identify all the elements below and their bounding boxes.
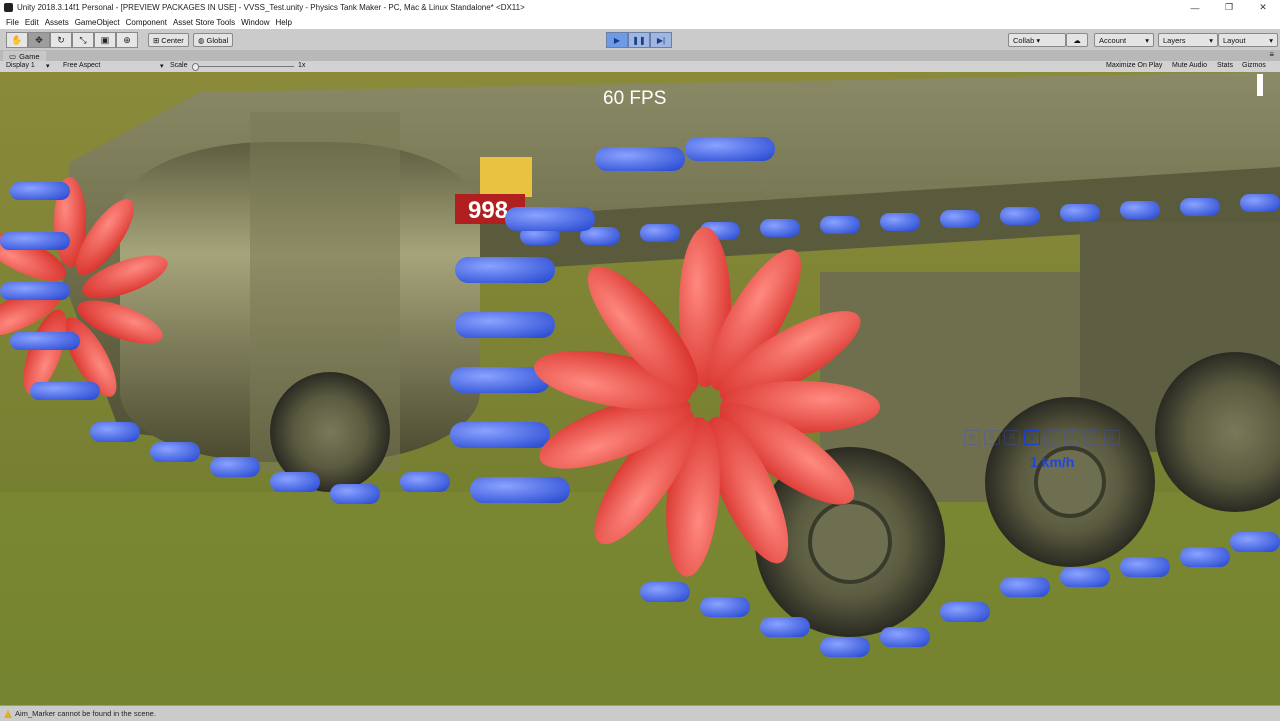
menu-asset-store-tools[interactable]: Asset Store Tools <box>173 18 235 27</box>
window-titlebar: Unity 2018.3.14f1 Personal - [PREVIEW PA… <box>0 0 1280 15</box>
rect-icon[interactable]: ▣ <box>94 32 116 48</box>
layout-label: Layout <box>1223 35 1246 45</box>
move-icon[interactable]: ✥ <box>28 32 50 48</box>
game-tab-bar: ▭ Game ≡ <box>0 50 1280 61</box>
menu-edit[interactable]: Edit <box>25 18 39 27</box>
game-viewport[interactable]: 998 60 FPS R R R 1 1 2 3 4 1 km/h <box>0 72 1280 705</box>
gear-slot: 3 <box>1084 430 1100 445</box>
stats-toggle[interactable]: Stats <box>1217 62 1233 69</box>
chevron-down-icon: ▾ <box>1269 35 1273 45</box>
transform-icon[interactable]: ⊕ <box>116 32 138 48</box>
speed-readout: 1 km/h <box>1030 454 1075 470</box>
close-button[interactable]: ✕ <box>1246 0 1280 15</box>
menu-window[interactable]: Window <box>241 18 269 27</box>
status-bar[interactable]: Aim_Marker cannot be found in the scene. <box>0 705 1280 721</box>
play-button[interactable]: ▶ <box>606 32 628 48</box>
step-button[interactable]: ▶| <box>650 32 672 48</box>
gear-slot: R <box>1004 430 1020 445</box>
chevron-down-icon: ▾ <box>160 63 164 70</box>
tab-game-label: Game <box>19 51 40 61</box>
chevron-down-icon: ▾ <box>1145 35 1149 45</box>
scale-value: 1x <box>298 62 306 69</box>
game-scene: 998 <box>0 72 1280 705</box>
tab-game[interactable]: ▭ Game <box>3 51 46 61</box>
globe-icon: ◍ <box>198 35 205 45</box>
minimize-button[interactable]: — <box>1178 0 1212 15</box>
status-message: Aim_Marker cannot be found in the scene. <box>15 709 156 718</box>
maximize-on-play-toggle[interactable]: Maximize On Play <box>1106 62 1162 69</box>
cloud-icon[interactable]: ☁ <box>1066 33 1088 47</box>
collab-button[interactable]: Collab ▾ <box>1008 33 1066 47</box>
transform-tools: ✋ ✥ ↻ ⤡ ▣ ⊕ <box>6 32 138 48</box>
layout-dropdown[interactable]: Layout ▾ <box>1218 33 1278 47</box>
account-label: Account <box>1099 35 1127 45</box>
gear-slot: R <box>964 430 980 445</box>
main-toolbar: ✋ ✥ ↻ ⤡ ▣ ⊕ ⊞ Center ◍ Global ▶ ❚❚ ▶| Co… <box>0 29 1280 51</box>
scale-slider-handle[interactable] <box>192 63 199 71</box>
fps-bar <box>1257 74 1263 96</box>
play-controls: ▶ ❚❚ ▶| <box>606 32 672 48</box>
maximize-button[interactable]: ❐ <box>1212 0 1246 15</box>
gear-slot: 4 <box>1104 430 1120 445</box>
menu-help[interactable]: Help <box>276 18 292 27</box>
pivot-toggle[interactable]: ⊞ Center <box>148 33 189 47</box>
account-dropdown[interactable]: Account ▾ <box>1094 33 1154 47</box>
chevron-down-icon: ▾ <box>46 63 50 70</box>
unity-logo-icon <box>4 3 13 12</box>
menu-assets[interactable]: Assets <box>45 18 69 27</box>
fps-counter: 60 FPS <box>603 88 667 109</box>
menu-component[interactable]: Component <box>126 18 167 27</box>
scale-label: Scale <box>170 62 188 69</box>
space-toggle[interactable]: ◍ Global <box>193 33 234 47</box>
layers-label: Layers <box>1163 35 1186 45</box>
hand-icon[interactable]: ✋ <box>6 32 28 48</box>
tab-options-icon[interactable]: ≡ <box>1269 50 1274 59</box>
warning-icon <box>4 709 12 718</box>
display-dropdown[interactable]: Display 1 <box>6 62 35 69</box>
chevron-down-icon: ▾ <box>1209 35 1213 45</box>
gear-slot: 2 <box>1064 430 1080 445</box>
turret-emblem <box>480 157 532 197</box>
gear-indicator: R R R 1 1 2 3 4 <box>964 430 1144 445</box>
game-icon: ▭ <box>9 51 17 61</box>
menu-bar: File Edit Assets GameObject Component As… <box>0 15 1280 29</box>
road-wheel-hub <box>808 500 892 584</box>
pivot-icon: ⊞ <box>153 35 160 45</box>
mute-audio-toggle[interactable]: Mute Audio <box>1172 62 1207 69</box>
turret-number: 998 <box>468 197 508 224</box>
rotate-icon[interactable]: ↻ <box>50 32 72 48</box>
menu-file[interactable]: File <box>6 18 19 27</box>
gear-slot: 1 <box>1024 430 1040 445</box>
scale-icon[interactable]: ⤡ <box>72 32 94 48</box>
pivot-label: Center <box>161 35 184 45</box>
gear-slot: 1 <box>1044 430 1060 445</box>
aspect-dropdown[interactable]: Free Aspect <box>63 62 100 69</box>
drive-hud: R R R 1 1 2 3 4 1 km/h <box>964 430 1144 475</box>
pause-button[interactable]: ❚❚ <box>628 32 650 48</box>
layers-dropdown[interactable]: Layers ▾ <box>1158 33 1218 47</box>
space-label: Global <box>206 35 229 45</box>
menu-gameobject[interactable]: GameObject <box>75 18 120 27</box>
gear-slot: R <box>984 430 1000 445</box>
window-title: Unity 2018.3.14f1 Personal - [PREVIEW PA… <box>17 3 525 12</box>
scale-slider-track[interactable] <box>194 66 294 67</box>
gizmos-dropdown[interactable]: Gizmos <box>1242 62 1266 69</box>
